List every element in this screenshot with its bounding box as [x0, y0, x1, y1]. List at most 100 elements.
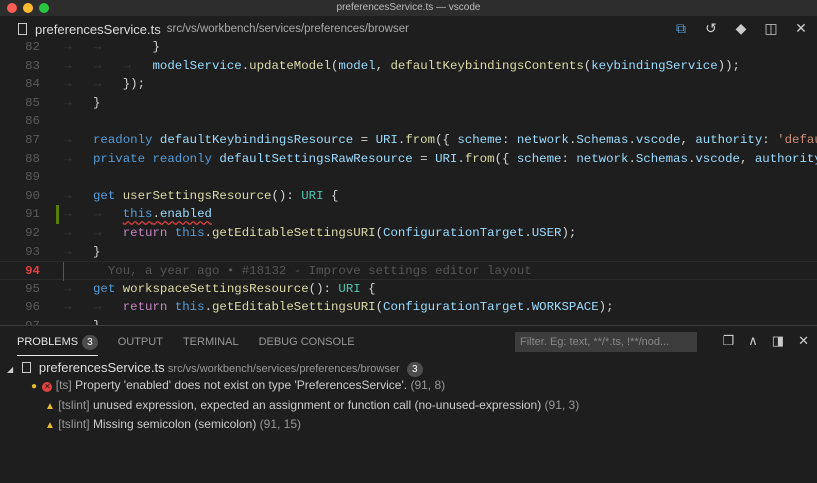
close-icon[interactable]: ✕: [793, 20, 809, 37]
code-token: );: [561, 226, 577, 240]
warning-icon: ▲: [45, 420, 55, 431]
code-token: ,: [375, 58, 391, 73]
code-token: readonly: [93, 133, 160, 147]
tab-debug-console[interactable]: DEBUG CONSOLE: [259, 336, 355, 348]
tab-terminal[interactable]: TERMINAL: [183, 336, 239, 348]
code-text: });: [93, 75, 145, 94]
code-text: }: [93, 317, 100, 325]
split-editor-icon[interactable]: ◫: [763, 20, 779, 37]
close-window-button[interactable]: [7, 3, 17, 13]
code-token: network: [576, 151, 629, 166]
code-token: });: [93, 77, 146, 92]
code-token: (: [375, 300, 384, 315]
toggle-panel-position-icon[interactable]: ◨: [772, 333, 784, 349]
problem-item[interactable]: ● ✕ [ts] Property 'enabled' does not exi…: [0, 376, 817, 395]
code-token: workspaceSettingsResource: [122, 281, 309, 296]
code-editor[interactable]: 82 → → } 83 → → → modelService.updateModel(…: [0, 40, 817, 325]
code-line[interactable]: 85 →}: [0, 94, 817, 113]
problems-file-row[interactable]: ◢ preferencesService.ts src/vs/workbench…: [0, 358, 817, 377]
code-token: URI: [435, 151, 458, 166]
code-token: (: [375, 226, 384, 240]
problem-item[interactable]: ▲ [tslint] unused expression, expected a…: [0, 396, 817, 415]
problem-item[interactable]: ▲ [tslint] Missing semicolon (semicolon)…: [0, 415, 817, 434]
open-changes-icon[interactable]: ⧉: [673, 20, 689, 37]
window-controls: [7, 3, 49, 13]
code-token: return: [122, 300, 175, 315]
code-line[interactable]: 86: [0, 112, 817, 131]
code-line[interactable]: 83 → → → modelService.updateModel(model, …: [0, 57, 817, 76]
code-line[interactable]: 89: [0, 168, 817, 187]
whitespace-tab-marker: →: [64, 151, 72, 166]
expand-triangle-icon: ◢: [7, 365, 14, 374]
code-text: modelService.updateModel(model, defaultK…: [93, 57, 740, 76]
code-token: .: [152, 207, 160, 222]
code-token: .: [524, 300, 532, 315]
code-token: ({: [435, 133, 458, 147]
code-line[interactable]: 95 → get workspaceSettingsResource(): URI …: [0, 280, 817, 299]
code-token: URI: [338, 281, 361, 296]
toggle-blame-icon[interactable]: ↺: [703, 20, 719, 37]
code-line[interactable]: 94 You, a year ago • #18132 - Improve se…: [0, 261, 817, 281]
code-token: }: [93, 244, 101, 259]
code-token: authority: [754, 151, 817, 166]
code-token: defaultKeybindingsContents: [390, 58, 584, 73]
code-token: WORKSPACE: [531, 300, 599, 315]
code-line[interactable]: 88 → private readonly defaultSettingsRawRe…: [0, 150, 817, 169]
problems-file-path: src/vs/workbench/services/preferences/br…: [167, 363, 400, 375]
code-token: );: [598, 300, 614, 315]
code-text: this.enabled: [93, 205, 212, 224]
code-token: :: [561, 151, 577, 166]
code-token: get: [93, 188, 123, 203]
problem-source: [tslint]: [58, 398, 90, 412]
maximize-panel-icon[interactable]: ∧: [748, 333, 758, 349]
code-token: model: [338, 58, 376, 73]
code-token: userSettingsResource: [122, 188, 272, 203]
lightbulb-icon[interactable]: ●: [31, 381, 37, 392]
code-line[interactable]: 97 →}: [0, 317, 817, 325]
tab-output[interactable]: OUTPUT: [118, 336, 163, 348]
code-token: ,: [680, 133, 696, 147]
tab-filename[interactable]: preferencesService.ts: [35, 22, 161, 37]
warning-icon: ▲: [45, 401, 55, 412]
code-token: .: [524, 226, 532, 240]
whitespace-tab-marker: →: [64, 188, 72, 203]
problems-filter-input[interactable]: Filter. Eg: text, **/*.ts, !**/nod...: [515, 332, 697, 352]
error-icon: ✕: [42, 382, 53, 392]
code-token: ConfigurationTarget: [383, 300, 525, 315]
code-line[interactable]: 90 → get userSettingsResource(): URI {: [0, 187, 817, 206]
code-token: modelService: [152, 58, 242, 73]
whitespace-tab-marker: →: [64, 133, 72, 147]
code-text: return this.getEditableSettingsURI(Confi…: [93, 298, 614, 317]
problem-location: (91, 3): [544, 398, 580, 412]
code-token: {: [360, 281, 376, 296]
file-icon: [18, 23, 27, 35]
code-line[interactable]: 96 → → return this.getEditableSettingsURI…: [0, 298, 817, 317]
problem-message: unused expression, expected an assignmen…: [92, 398, 542, 412]
code-token: getEditableSettingsURI: [212, 300, 376, 315]
window-title: preferencesService.ts — vscode: [336, 2, 481, 13]
code-token: URI: [301, 188, 324, 203]
line-number: 93: [25, 244, 40, 259]
code-line[interactable]: 87 → readonly defaultKeybindingsResource =…: [0, 131, 817, 150]
minimize-window-button[interactable]: [23, 3, 33, 13]
git-compare-icon[interactable]: ◆: [733, 20, 749, 37]
code-line[interactable]: 93 →}: [0, 243, 817, 262]
line-number: 97: [0, 317, 40, 325]
close-panel-icon[interactable]: ✕: [798, 333, 809, 349]
problem-location: (91, 8): [410, 378, 446, 392]
code-line[interactable]: 82 → → }: [0, 40, 817, 57]
code-token: this: [174, 226, 205, 240]
collapse-all-icon[interactable]: ❐: [723, 333, 735, 349]
code-token: .: [204, 300, 212, 315]
tab-problems[interactable]: PROBLEMS 3: [17, 334, 98, 356]
code-line[interactable]: 84 → → });: [0, 75, 817, 94]
line-number: 91: [25, 207, 40, 222]
blame-marker: [63, 262, 64, 281]
code-line[interactable]: 91 → → this.enabled: [0, 205, 817, 224]
code-token: Schemas: [576, 133, 629, 147]
maximize-window-button[interactable]: [39, 3, 49, 13]
code-line[interactable]: 92 → → return this.getEditableSettingsURI…: [0, 224, 817, 243]
code-token: private: [93, 151, 153, 166]
